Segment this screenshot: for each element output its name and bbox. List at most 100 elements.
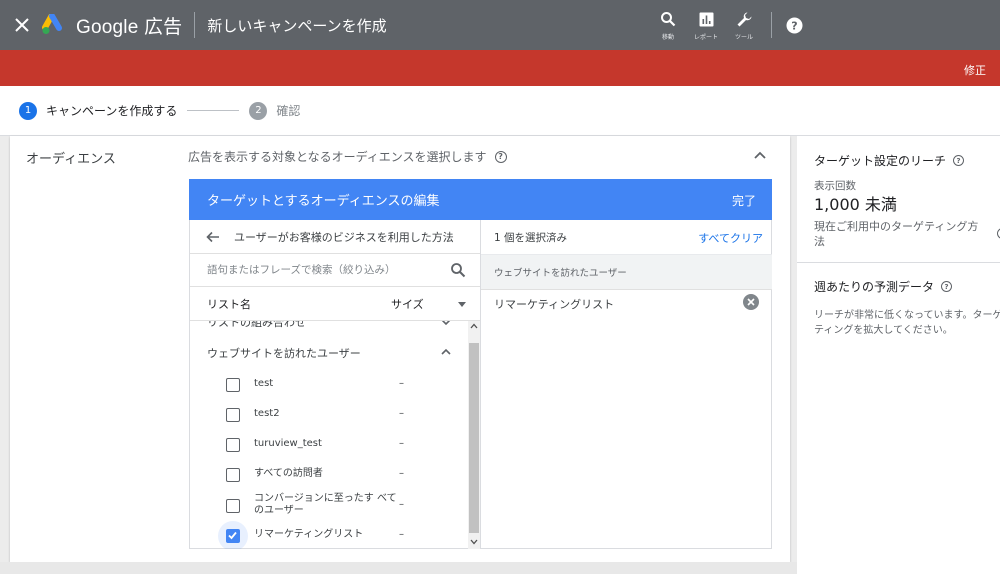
list-item-size: – bbox=[399, 468, 404, 479]
help-circle-icon[interactable]: ? bbox=[941, 281, 953, 292]
checkbox[interactable] bbox=[226, 378, 240, 392]
side-divider bbox=[797, 262, 1000, 263]
selected-header: 1 個を選択済み すべてクリア bbox=[481, 220, 772, 254]
back-arrow-icon[interactable] bbox=[206, 228, 224, 246]
list-item-name: コンバージョンに至ったす べてのユーザー bbox=[254, 493, 397, 516]
tools-action-label: ツール bbox=[734, 34, 753, 41]
appbar-actions: 移動 レポート ツール ? bbox=[649, 0, 1000, 50]
list-item-size: – bbox=[399, 408, 404, 419]
scroll-down-arrow-icon[interactable] bbox=[470, 539, 478, 545]
list-item[interactable]: すべての訪問者 – bbox=[190, 460, 468, 490]
progress-stepper: 1 キャンペーンを作成する 2 確認 bbox=[0, 86, 1000, 136]
step-1-label[interactable]: キャンペーンを作成する bbox=[46, 102, 177, 119]
search-row bbox=[190, 254, 480, 287]
forecast-title-text: 週あたりの予測データ bbox=[814, 280, 935, 294]
list-scrollbar[interactable] bbox=[468, 321, 480, 549]
list-item[interactable]: コンバージョンに至ったす べてのユーザー – bbox=[190, 491, 468, 521]
checkbox[interactable] bbox=[226, 499, 240, 513]
editor-header: ターゲットとするオーディエンスの編集 完了 bbox=[189, 179, 772, 220]
section-description-text: 広告を表示する対象となるオーディエンスを選択します bbox=[188, 150, 487, 164]
forecast-message-line-2: ティングを拡大してください。 bbox=[814, 325, 953, 336]
selected-group-header: ウェブサイトを訪れたユーザー bbox=[481, 254, 772, 290]
reach-title-text: ターゲット設定のリーチ bbox=[814, 154, 947, 168]
close-button[interactable] bbox=[2, 0, 42, 50]
reach-side-panel: ターゲット設定のリーチ ? 表示回数 1,000 未満 現在ご利用中のターゲティ… bbox=[797, 136, 1000, 574]
step-2-label[interactable]: 確認 bbox=[276, 102, 300, 119]
list-item[interactable]: リマーケティングリスト – bbox=[190, 521, 468, 549]
google-ads-logo-icon bbox=[42, 14, 62, 34]
tools-action[interactable]: ツール bbox=[725, 9, 763, 41]
scrollbar-thumb[interactable] bbox=[469, 343, 479, 533]
search-action[interactable]: 移動 bbox=[649, 9, 687, 41]
checkbox[interactable] bbox=[226, 438, 240, 452]
reports-action[interactable]: レポート bbox=[687, 9, 725, 41]
reach-title: ターゲット設定のリーチ ? bbox=[814, 152, 965, 169]
chevron-up-icon[interactable] bbox=[752, 148, 768, 162]
help-button[interactable]: ? bbox=[782, 13, 806, 37]
sort-caret-icon[interactable] bbox=[458, 302, 466, 307]
close-icon bbox=[747, 298, 755, 306]
section-description: 広告を表示する対象となるオーディエンスを選択します ? bbox=[188, 148, 507, 165]
list-item-name: test bbox=[254, 378, 274, 389]
list-item[interactable]: test2 – bbox=[190, 400, 468, 430]
alert-banner: 修正 bbox=[0, 50, 1000, 86]
back-row[interactable]: ユーザーがお客様のビジネスを利用した方法 bbox=[190, 220, 480, 254]
selected-item: リマーケティングリスト bbox=[481, 290, 772, 317]
checkbox[interactable] bbox=[226, 468, 240, 482]
reports-icon bbox=[699, 12, 713, 26]
help-icon: ? bbox=[786, 17, 802, 33]
title-divider bbox=[194, 12, 196, 38]
forecast-message: リーチが非常に低くなっています。ターゲ ティングを拡大してください。 bbox=[814, 308, 1000, 338]
search-icon[interactable] bbox=[450, 262, 466, 278]
browse-pane: ユーザーがお客様のビジネスを利用した方法 リスト名 サイズ リストの組み合わせ … bbox=[190, 220, 481, 549]
search-input[interactable] bbox=[207, 264, 437, 276]
audience-list: リストの組み合わせ ウェブサイトを訪れたユーザー test – test2 – … bbox=[190, 321, 480, 549]
checkbox-checked[interactable] bbox=[226, 529, 240, 543]
list-name-header: リスト名 bbox=[207, 297, 251, 311]
selected-count: 1 個を選択済み bbox=[494, 231, 568, 244]
forecast-title: 週あたりの予測データ ? bbox=[814, 278, 953, 295]
brand-name: Google 広告 bbox=[76, 16, 183, 38]
audience-editor: ターゲットとするオーディエンスの編集 完了 ユーザーがお客様のビジネスを利用した… bbox=[189, 179, 772, 549]
list-item-size: – bbox=[399, 438, 404, 449]
done-button[interactable]: 完了 bbox=[732, 192, 756, 209]
list-item-name: test2 bbox=[254, 408, 280, 419]
group-website-visitors[interactable]: ウェブサイトを訪れたユーザー bbox=[207, 345, 361, 361]
selected-pane: 1 個を選択済み すべてクリア ウェブサイトを訪れたユーザー リマーケティングリ… bbox=[481, 220, 772, 549]
forecast-message-line-1: リーチが非常に低くなっています。ターゲ bbox=[814, 310, 1000, 321]
list-item-name: turuview_test bbox=[254, 438, 322, 449]
clear-all-button[interactable]: すべてクリア bbox=[698, 230, 763, 246]
page-title: 新しいキャンペーンを作成 bbox=[207, 16, 387, 35]
step-connector bbox=[187, 110, 240, 111]
fix-button[interactable]: 修正 bbox=[964, 62, 986, 78]
list-item[interactable]: test – bbox=[190, 370, 468, 400]
step-2-number: 2 bbox=[249, 101, 268, 120]
google-ads-logo[interactable]: Google 広告 bbox=[42, 12, 182, 39]
close-icon bbox=[15, 18, 29, 32]
list-item-name: リマーケティングリスト bbox=[254, 529, 364, 540]
list-item-size: – bbox=[399, 529, 404, 540]
chevron-up-icon[interactable] bbox=[441, 348, 451, 356]
selected-group-label: ウェブサイトを訪れたユーザー bbox=[494, 268, 627, 279]
checkbox[interactable] bbox=[226, 408, 240, 422]
list-item-size: – bbox=[399, 378, 404, 389]
help-circle-icon[interactable]: ? bbox=[953, 155, 965, 166]
svg-text:?: ? bbox=[791, 19, 797, 32]
search-action-label: 移動 bbox=[661, 34, 674, 41]
reports-action-label: レポート bbox=[693, 34, 718, 41]
help-circle-icon[interactable]: ? bbox=[494, 150, 507, 163]
remove-button[interactable] bbox=[743, 294, 759, 310]
top-app-bar: Google 広告 新しいキャンペーンを作成 移動 レポート ツール ? bbox=[0, 0, 1000, 50]
section-label: オーディエンス bbox=[26, 152, 116, 167]
search-icon bbox=[661, 12, 676, 27]
step-1-number: 1 bbox=[19, 101, 37, 120]
audience-section-card: オーディエンス 広告を表示する対象となるオーディエンスを選択します ? ターゲッ… bbox=[10, 136, 790, 562]
size-header[interactable]: サイズ bbox=[391, 296, 424, 312]
list-item[interactable]: turuview_test – bbox=[190, 430, 468, 460]
selected-item-name: リマーケティングリスト bbox=[494, 297, 615, 311]
scroll-up-arrow-icon[interactable] bbox=[470, 323, 478, 329]
wrench-icon bbox=[737, 12, 751, 26]
list-item-combined-lists[interactable]: リストの組み合わせ bbox=[207, 321, 306, 330]
chevron-down-icon[interactable] bbox=[441, 321, 451, 326]
list-item-size: – bbox=[399, 499, 404, 510]
